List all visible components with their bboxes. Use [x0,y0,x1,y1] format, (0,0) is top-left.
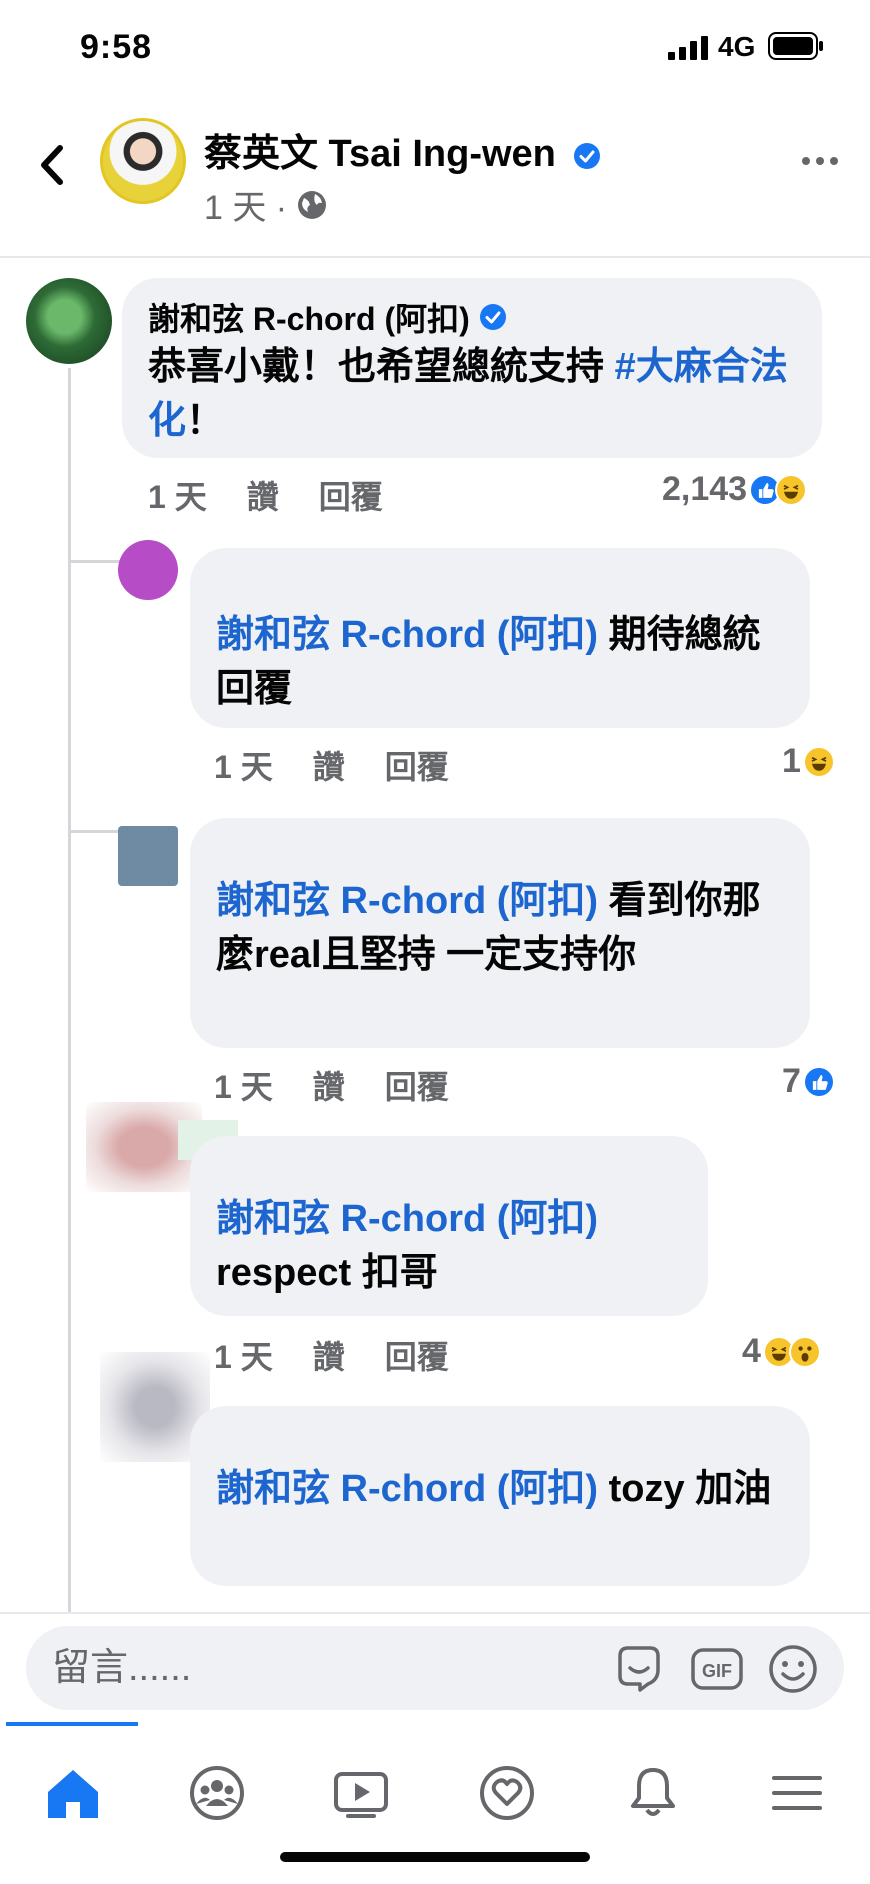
comment-input[interactable] [52,1640,612,1696]
comment-bubble: 謝和弦 R-chord (阿扣) 看到你那麼real且堅持 一定支持你 [190,818,810,1048]
active-tab-indicator [6,1722,138,1726]
menu-icon[interactable] [762,1758,832,1828]
comment-text: 謝和弦 R-chord (阿扣) 看到你那麼real且堅持 一定支持你 [216,874,784,982]
comment-actions: 1 天 讚 回覆 [214,1062,449,1108]
verified-badge-icon [479,304,506,330]
thread-branch [68,830,120,833]
haha-reaction-icon [775,473,808,506]
comment-text-part: tozy 加油 [598,1468,772,1510]
comment-text-part: ！ [186,400,225,442]
comment-age: 1 天 [214,1069,273,1105]
reply-button[interactable]: 回覆 [385,1062,449,1108]
like-reaction-icon [802,1065,835,1098]
svg-text:GIF: GIF [702,1661,732,1681]
comment-text-part: 恭喜小戴！也希望總統支持 [148,346,615,388]
thread-branch [68,560,120,563]
comment-actions: 1 天 讚 回覆 [214,742,449,788]
more-options-icon[interactable] [800,154,840,168]
haha-reaction-icon [802,745,835,778]
page-name[interactable]: 蔡英文 Tsai Ing-wen [204,122,601,177]
comment-input-pill[interactable]: GIF [26,1626,844,1710]
reaction-summary[interactable]: 1 [782,742,835,781]
comment-author-name[interactable]: 謝和弦 R-chord (阿扣) [148,294,470,340]
comment-bubble: 謝和弦 R-chord (阿扣) 期待總統回覆 [190,548,810,728]
dating-icon[interactable] [472,1758,542,1828]
comment-bubble: 謝和弦 R-chord (阿扣) 恭喜小戴！也希望總統支持 #大麻合法化！ [122,278,822,458]
page-avatar[interactable] [100,118,186,204]
battery-icon [768,32,823,60]
home-icon[interactable] [38,1758,108,1828]
like-button[interactable]: 讚 [313,742,345,788]
like-button[interactable]: 讚 [313,1332,345,1378]
reaction-count: 4 [742,1332,761,1370]
comment-bubble: 謝和弦 R-chord (阿扣) respect 扣哥 [190,1136,708,1316]
like-button[interactable]: 讚 [247,472,279,518]
post-header: 蔡英文 Tsai Ing-wen 1 天 · [0,100,870,258]
like-button[interactable]: 讚 [313,1062,345,1108]
reaction-count: 7 [782,1062,801,1100]
post-meta: 1 天 · [204,180,329,229]
globe-icon [298,190,327,219]
comment-text: 謝和弦 R-chord (阿扣) 期待總統回覆 [216,608,784,716]
reply-button[interactable]: 回覆 [385,742,449,788]
reaction-summary[interactable]: 4 [742,1332,821,1371]
mention-link[interactable]: 謝和弦 R-chord (阿扣) [216,614,598,656]
page-name-text[interactable]: 蔡英文 Tsai Ing-wen [204,133,556,175]
notifications-icon[interactable] [618,1758,688,1828]
comment-actions: 1 天 讚 回覆 [148,472,383,518]
thread-line [68,368,71,1612]
mention-link[interactable]: 謝和弦 R-chord (阿扣) [216,1468,598,1510]
groups-icon[interactable] [182,1758,252,1828]
comment-text-part: respect 扣哥 [216,1252,438,1294]
comment-composer: GIF [0,1612,870,1722]
post-age: 1 天 · [204,189,288,227]
reply-button[interactable]: 回覆 [385,1332,449,1378]
network-type: 4G [718,31,756,62]
status-time: 9:58 [80,28,153,66]
avatar[interactable] [118,826,178,886]
gif-icon[interactable]: GIF [690,1642,744,1696]
reaction-summary[interactable]: 7 [782,1062,835,1101]
comment-text: 恭喜小戴！也希望總統支持 #大麻合法化！ [148,340,796,448]
reaction-summary[interactable]: 2,143 [662,470,808,509]
comment-text: 謝和弦 R-chord (阿扣) respect 扣哥 [216,1192,682,1300]
signal-icon [668,36,708,60]
comment-age: 1 天 [214,749,273,785]
verified-badge-icon [574,142,601,169]
sticker-icon[interactable] [612,1642,666,1696]
comment-age: 1 天 [148,479,207,515]
back-arrow-icon[interactable] [34,140,70,190]
mention-link[interactable]: 謝和弦 R-chord (阿扣) [216,880,598,922]
watch-icon[interactable] [326,1758,396,1828]
reply-button[interactable]: 回覆 [319,472,383,518]
status-bar: 9:58 4G [0,0,870,96]
comment-age: 1 天 [214,1339,273,1375]
reaction-count: 2,143 [662,470,748,508]
mention-link[interactable]: 謝和弦 R-chord (阿扣) [216,1198,598,1240]
avatar[interactable] [118,540,178,600]
avatar[interactable] [26,278,112,364]
emoji-icon[interactable] [766,1642,820,1696]
comment-actions: 1 天 讚 回覆 [214,1332,449,1378]
comment-text: 謝和弦 R-chord (阿扣) tozy 加油 [216,1462,784,1516]
comment-bubble: 謝和弦 R-chord (阿扣) tozy 加油 [190,1406,810,1586]
home-indicator [280,1852,590,1862]
wow-reaction-icon [788,1335,821,1368]
comment-author[interactable]: 謝和弦 R-chord (阿扣) [148,294,796,340]
reaction-count: 1 [782,742,801,780]
